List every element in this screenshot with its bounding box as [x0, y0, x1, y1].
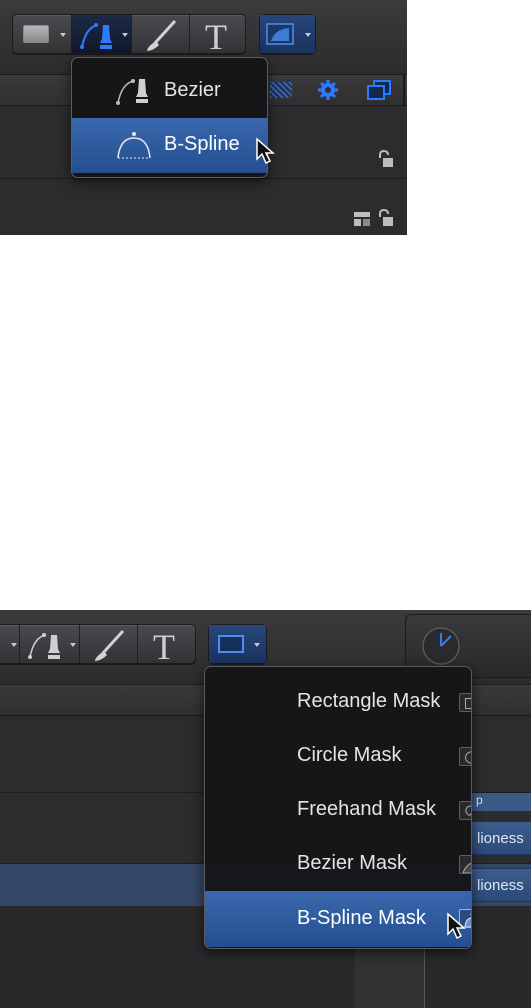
menu-item-label: Circle Mask — [297, 744, 402, 766]
chevron-down-icon — [60, 33, 66, 37]
menu-item-bezier[interactable]: Bezier — [72, 64, 267, 119]
layer-row[interactable] — [0, 179, 407, 235]
clock-icon[interactable] — [420, 625, 462, 667]
chevron-down-icon — [70, 643, 76, 647]
unlocked-icon[interactable] — [376, 150, 394, 168]
text-tool-button[interactable]: T — [137, 625, 195, 667]
chevron-down-icon — [122, 33, 128, 37]
text-tool-icon: T — [205, 17, 227, 57]
paint-brush-icon — [147, 19, 177, 51]
menu-item-freehand-mask[interactable]: Freehand Mask — [205, 783, 471, 837]
circle-mask-icon — [459, 747, 471, 766]
mask-tool-menu-screenshot: T p lioness lioness Rectangle Mask Circl… — [0, 610, 531, 1008]
mask-tool-button[interactable] — [209, 625, 266, 663]
menu-item-label: Bezier — [164, 79, 221, 101]
mask-tool-button[interactable] — [260, 15, 315, 53]
pen-tool-button[interactable] — [19, 625, 79, 663]
pen-tool-icon — [80, 23, 112, 49]
menu-item-circle-mask[interactable]: Circle Mask — [205, 729, 471, 783]
paint-brush-button[interactable] — [79, 625, 137, 663]
chevron-down-icon — [254, 643, 260, 647]
menu-item-label: B-Spline — [164, 133, 240, 155]
rectangle-mask-icon — [459, 693, 471, 712]
shape-tool-group: T — [12, 14, 246, 57]
gear-icon[interactable] — [317, 79, 339, 101]
menu-item-bezier-mask[interactable]: Bezier Mask — [205, 837, 471, 891]
freehand-mask-icon — [459, 801, 471, 820]
menu-item-label: Rectangle Mask — [297, 690, 441, 712]
menu-item-bspline[interactable]: B-Spline — [72, 118, 267, 173]
shape-tool-group: T — [0, 624, 196, 667]
chevron-down-icon — [11, 643, 17, 647]
rectangle-tool-button[interactable] — [13, 15, 71, 53]
menu-item-rectangle-mask[interactable]: Rectangle Mask — [205, 675, 471, 729]
pen-tool-menu-screenshot: T Bezier B-Spline — [0, 0, 407, 235]
layer-name: lioness — [477, 830, 524, 847]
mask-tool-icon — [266, 23, 294, 45]
pen-tool-button[interactable] — [71, 15, 131, 53]
checkerboard-icon[interactable] — [270, 82, 292, 98]
mask-tool-group — [259, 14, 316, 54]
paint-brush-icon — [95, 629, 125, 661]
bezier-pen-icon — [116, 79, 148, 105]
timeline-header-label: p — [476, 793, 483, 807]
mouse-cursor-icon — [256, 137, 275, 165]
rectangle-tool-icon — [23, 25, 49, 43]
pen-type-menu: Bezier B-Spline — [71, 57, 268, 178]
menu-item-label: Bezier Mask — [297, 852, 408, 874]
timeline-header-fragment: p — [470, 793, 531, 811]
layers-icon[interactable] — [366, 79, 392, 101]
menu-item-label: Freehand Mask — [297, 798, 436, 820]
menu-item-label: B-Spline Mask — [297, 907, 426, 929]
timeline-layer-bar[interactable]: lioness — [470, 821, 531, 855]
bspline-curve-icon — [117, 132, 151, 159]
rectangle-mask-icon — [218, 635, 244, 653]
chevron-down-icon — [305, 33, 311, 37]
text-tool-icon: T — [153, 627, 175, 667]
layer-name: lioness — [477, 877, 524, 894]
divider — [403, 75, 405, 105]
mask-type-menu: Rectangle Mask Circle Mask Freehand Mask… — [204, 666, 472, 949]
paint-brush-button[interactable] — [131, 15, 189, 53]
text-tool-button[interactable]: T — [189, 15, 245, 57]
mouse-cursor-icon — [447, 912, 466, 940]
mask-tool-group — [208, 624, 267, 664]
layer-options-icon[interactable] — [353, 211, 371, 227]
timeline-layer-bar[interactable]: lioness — [470, 868, 531, 902]
menu-item-bspline-mask[interactable]: B-Spline Mask — [205, 891, 471, 947]
bezier-mask-icon — [459, 855, 471, 874]
unlocked-icon[interactable] — [376, 209, 394, 227]
pen-tool-icon — [28, 633, 60, 659]
